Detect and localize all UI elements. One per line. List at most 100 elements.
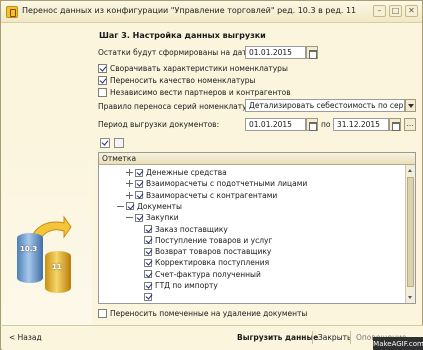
period-from-calendar-button[interactable] xyxy=(306,118,318,131)
tree-row-checkbox[interactable] xyxy=(135,213,143,222)
tree-row[interactable] xyxy=(99,291,405,302)
close-window-button[interactable]: ✕ xyxy=(405,5,418,17)
check-all-icon[interactable] xyxy=(100,138,110,148)
transfer-quality-option[interactable]: Переносить качество номенклатуры xyxy=(98,74,255,86)
period-to-calendar-button[interactable] xyxy=(389,118,401,131)
balances-date-label: Остатки будут сформированы на дату: xyxy=(98,48,254,57)
collapse-characteristics-option[interactable]: Сворачивать характеристики номенклатуры xyxy=(98,62,288,74)
period-more-button[interactable]: ... xyxy=(404,118,416,131)
scroll-thumb[interactable] xyxy=(407,177,414,287)
tree-row-label: Взаиморасчеты с подотчетными лицами xyxy=(146,179,308,189)
uncheck-all-icon[interactable] xyxy=(114,138,124,148)
tree-row[interactable]: Документы xyxy=(99,201,405,212)
title-bar[interactable]: Перенос данных из конфигурации "Управлен… xyxy=(1,1,422,23)
button-separator xyxy=(312,331,313,344)
balances-calendar-button[interactable] xyxy=(306,46,318,59)
tree-column-header[interactable]: Отметка xyxy=(99,153,415,165)
tree-row-checkbox[interactable] xyxy=(144,258,152,267)
series-rule-select[interactable]: Детализировать себестоимость по сериям xyxy=(245,99,405,112)
transfer-deleted-option[interactable]: Переносить помеченные на удаление докуме… xyxy=(98,307,307,319)
tree-row-checkbox[interactable] xyxy=(144,292,152,301)
collapse-minus-icon[interactable] xyxy=(126,214,133,221)
export-data-button[interactable]: Выгрузить данные xyxy=(237,331,318,344)
back-button[interactable]: < Назад xyxy=(9,331,42,344)
window-title: Перенос данных из конфигурации "Управлен… xyxy=(22,6,357,15)
tree-row-label: Счет-фактура полученный xyxy=(155,269,261,279)
tree-row-label: ГТД по импорту xyxy=(155,281,218,290)
tree-row[interactable]: Заказ поставщику xyxy=(99,224,405,235)
tree-row-checkbox[interactable] xyxy=(126,202,134,211)
tree-row[interactable]: ГТД по импорту xyxy=(99,280,405,291)
tree-row-checkbox[interactable] xyxy=(144,236,152,245)
period-label: Период выгрузки документов: xyxy=(98,120,220,129)
expand-plus-icon[interactable] xyxy=(126,169,133,176)
transfer-deleted-checkbox[interactable] xyxy=(98,308,107,318)
independent-partners-label: Независимо вести партнеров и контрагенто… xyxy=(110,87,291,97)
transfer-quality-checkbox[interactable] xyxy=(98,75,107,85)
source-database-icon xyxy=(17,233,43,283)
close-button[interactable]: Закрыть xyxy=(318,331,351,344)
tree-row-checkbox[interactable] xyxy=(135,179,143,188)
tree-row[interactable]: Взаиморасчеты с подотчетными лицами xyxy=(99,178,405,189)
independent-partners-option[interactable]: Независимо вести партнеров и контрагенто… xyxy=(98,86,291,98)
tree-row-checkbox[interactable] xyxy=(144,247,152,256)
makeagif-watermark: MakeAGIF.com xyxy=(373,337,423,350)
scroll-up-arrow-icon[interactable] xyxy=(407,166,414,175)
balances-date-field[interactable]: 01.01.2015 xyxy=(245,46,306,59)
tree-row[interactable]: Денежные средства xyxy=(99,167,405,178)
tree-body: Денежные средства Взаиморасчеты с подотче… xyxy=(99,165,405,303)
tree-scrollbar[interactable] xyxy=(405,165,415,303)
tree-row-label: Документы xyxy=(137,201,182,211)
tree-row-label: Денежные средства xyxy=(146,168,227,177)
tree-row[interactable]: Возврат товаров поставщику xyxy=(99,246,405,257)
series-rule-label: Правило переноса серий номенклатуры: xyxy=(98,102,260,111)
expand-plus-icon[interactable] xyxy=(126,180,133,188)
tree-row-label: Возврат товаров поставщику xyxy=(155,247,272,257)
tree-row-label: Взаиморасчеты с контрагентами xyxy=(146,190,278,200)
series-rule-dropdown-button[interactable] xyxy=(405,99,416,112)
step-title: Шаг 3. Настройка данных выгрузки xyxy=(99,31,266,40)
tree-row-checkbox[interactable] xyxy=(135,168,143,177)
tree-row[interactable]: Закупки xyxy=(99,212,405,223)
tree-row-label: Корректировка поступления xyxy=(155,258,270,268)
tree-row[interactable]: Поступление товаров и услуг xyxy=(99,235,405,246)
tree-row[interactable]: Корректировка поступления xyxy=(99,257,405,268)
tree-row-checkbox[interactable] xyxy=(135,191,143,200)
source-version-label: 10.3 xyxy=(20,245,38,253)
tree-row-label: Закупки xyxy=(146,213,179,223)
maximize-button[interactable]: □ xyxy=(389,5,402,17)
tree-row-label: Поступление товаров и услуг xyxy=(155,235,273,245)
expand-plus-icon[interactable] xyxy=(126,191,133,199)
period-to-label: по xyxy=(321,120,331,129)
collapse-characteristics-label: Сворачивать характеристики номенклатуры xyxy=(110,63,288,73)
collapse-minus-icon[interactable] xyxy=(117,203,124,210)
tree-row[interactable]: Взаиморасчеты с контрагентами xyxy=(99,190,405,201)
app-1c-icon xyxy=(6,6,18,18)
period-to-field[interactable]: 31.12.2015 xyxy=(333,118,389,131)
target-version-label: 11 xyxy=(52,263,62,271)
tree-row-checkbox[interactable] xyxy=(144,225,152,233)
tree-row[interactable]: Счет-фактура полученный xyxy=(99,269,405,280)
transfer-quality-label: Переносить качество номенклатуры xyxy=(110,75,256,85)
target-database-icon xyxy=(45,251,71,293)
transfer-deleted-label: Переносить помеченные на удаление докуме… xyxy=(110,308,308,318)
minimize-button[interactable]: – xyxy=(373,5,386,17)
scroll-down-arrow-icon[interactable] xyxy=(407,293,414,302)
collapse-characteristics-checkbox[interactable] xyxy=(98,63,107,73)
tree-row-label: Заказ поставщику xyxy=(155,224,228,234)
dialog-window: Перенос данных из конфигурации "Управлен… xyxy=(0,0,423,350)
window-controls: – □ ✕ xyxy=(373,5,418,17)
period-from-field[interactable]: 01.01.2015 xyxy=(245,118,306,131)
tree-row-checkbox[interactable] xyxy=(144,281,152,290)
button-separator xyxy=(350,331,351,344)
export-objects-tree[interactable]: Отметка Денежные средства Взаиморасчеты с… xyxy=(98,152,416,304)
independent-partners-checkbox[interactable] xyxy=(98,87,107,97)
tree-row-checkbox[interactable] xyxy=(144,270,152,279)
